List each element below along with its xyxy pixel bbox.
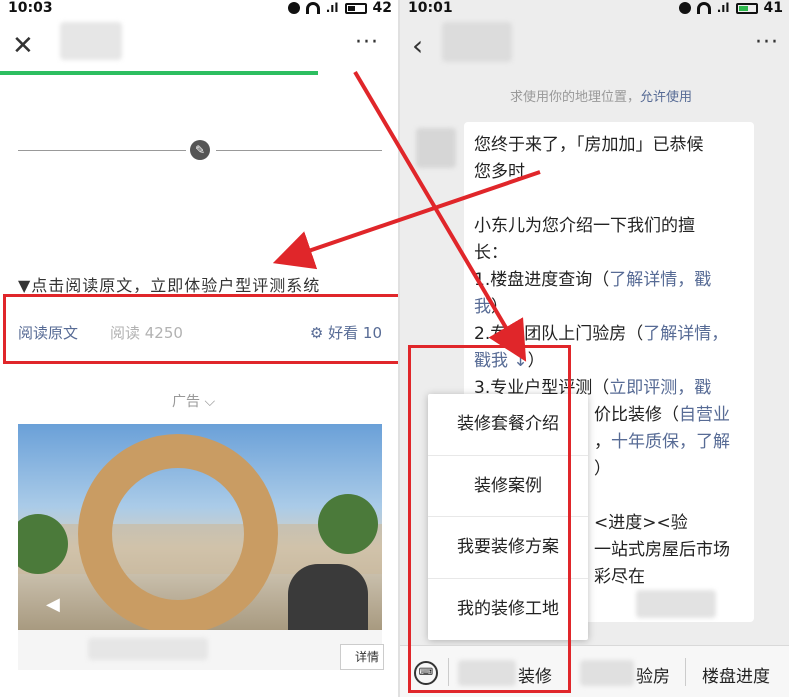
wrench-icon: ✎ (190, 140, 210, 160)
load-progress-bar (0, 71, 318, 75)
ad-caption-row (18, 630, 382, 670)
tab-project-progress[interactable]: 楼盘进度 (702, 662, 770, 687)
video-loop-track (78, 434, 278, 630)
tab-divider (685, 658, 686, 686)
signal-icon: .ıl (716, 1, 730, 15)
msg-line: 2.专业团队上门验房（了解详情， (474, 321, 744, 348)
volume-icon[interactable]: ◀ (46, 594, 60, 615)
msg-text: ， (594, 432, 611, 452)
status-bar: 10:01 .ıl 41 (400, 0, 789, 18)
battery-icon (735, 2, 758, 14)
ad-label[interactable]: 广告 ⌵ (172, 391, 215, 411)
wifi-icon (696, 2, 711, 14)
highlight-box-footer (3, 294, 398, 364)
blurred-title (60, 22, 122, 60)
poke-link-3[interactable]: ，戳 (677, 378, 711, 398)
status-time: 10:03 (8, 0, 53, 16)
close-icon[interactable]: ✕ (12, 33, 34, 59)
location-request: 求使用你的地理位置，允许使用 (510, 86, 692, 105)
allow-location-link[interactable]: 允许使用 (640, 90, 692, 105)
divider-line-right (216, 150, 382, 151)
battery-level: 42 (372, 0, 392, 16)
tab-inspection[interactable]: 验房 (636, 662, 670, 687)
ad-detail-button[interactable]: 详情 (340, 644, 384, 670)
alarm-icon (678, 2, 691, 14)
signal-icon: .ıl (325, 1, 339, 15)
msg-line: 小东儿为您介绍一下我们的擅 (474, 216, 695, 236)
more-options-icon[interactable]: ··· (755, 30, 779, 55)
poke-link-1[interactable]: 我 (474, 297, 491, 317)
blurred-caption (88, 638, 208, 660)
msg-text: 1.楼盘进度查询（ (474, 270, 610, 290)
blurred-tab-prefix (580, 660, 634, 686)
detail-link-1[interactable]: 了解详情，戳 (609, 270, 711, 290)
msg-line: 您终于来了，「房加加」已恭候 (474, 135, 704, 155)
warranty-link[interactable]: 十年质保，了解 (611, 432, 730, 452)
msg-line: 1.楼盘进度查询（了解详情，戳 (474, 267, 744, 294)
status-time: 10:01 (408, 0, 453, 16)
status-bar: 10:03 .ıl 42 (0, 0, 398, 18)
ad-video[interactable]: ◀ (18, 424, 382, 630)
more-options-icon[interactable]: ··· (355, 30, 379, 55)
ad-label-text: 广告 (172, 394, 200, 410)
status-icons: .ıl 41 (678, 0, 783, 16)
msg-line: 您多时 (474, 162, 525, 182)
back-icon[interactable]: ‹ (412, 32, 423, 60)
msg-text: 价比装修（ (594, 405, 679, 425)
wifi-icon (305, 2, 320, 14)
alarm-icon (287, 2, 300, 14)
chevron-down-icon: ⌵ (204, 394, 216, 410)
msg-text: 2.专业团队上门验房（ (474, 324, 644, 344)
video-person (288, 564, 368, 630)
blurred-chat-title (442, 22, 512, 62)
highlight-box-menu (408, 345, 571, 693)
detail-link-2[interactable]: 了解详情， (643, 324, 728, 344)
intro-text: ▼点击阅读原文，立即体验户型评测系统 (18, 276, 321, 295)
msg-line: 长： (474, 243, 508, 263)
video-tree (318, 494, 378, 554)
status-icons: .ıl 42 (287, 0, 392, 16)
left-phone-screen: 10:03 .ıl 42 ✕ ··· ✎ ▼点击阅读原文，立即体验户型评测系统 … (0, 0, 398, 697)
divider-line-left (18, 150, 186, 151)
blurred-message-text (636, 590, 716, 618)
location-text: 求使用你的地理位置， (510, 90, 641, 105)
right-phone-screen: 10:01 .ıl 41 ‹ ··· 求使用你的地理位置，允许使用 您终于来了，… (400, 0, 789, 697)
battery-level: 41 (763, 0, 783, 16)
avatar[interactable] (416, 128, 456, 168)
battery-icon (344, 2, 367, 14)
self-run-link[interactable]: 自营业 (679, 405, 730, 425)
evaluate-link[interactable]: 立即评测 (609, 378, 677, 398)
msg-text: ） (491, 297, 508, 317)
msg-line: 我） (474, 294, 744, 321)
